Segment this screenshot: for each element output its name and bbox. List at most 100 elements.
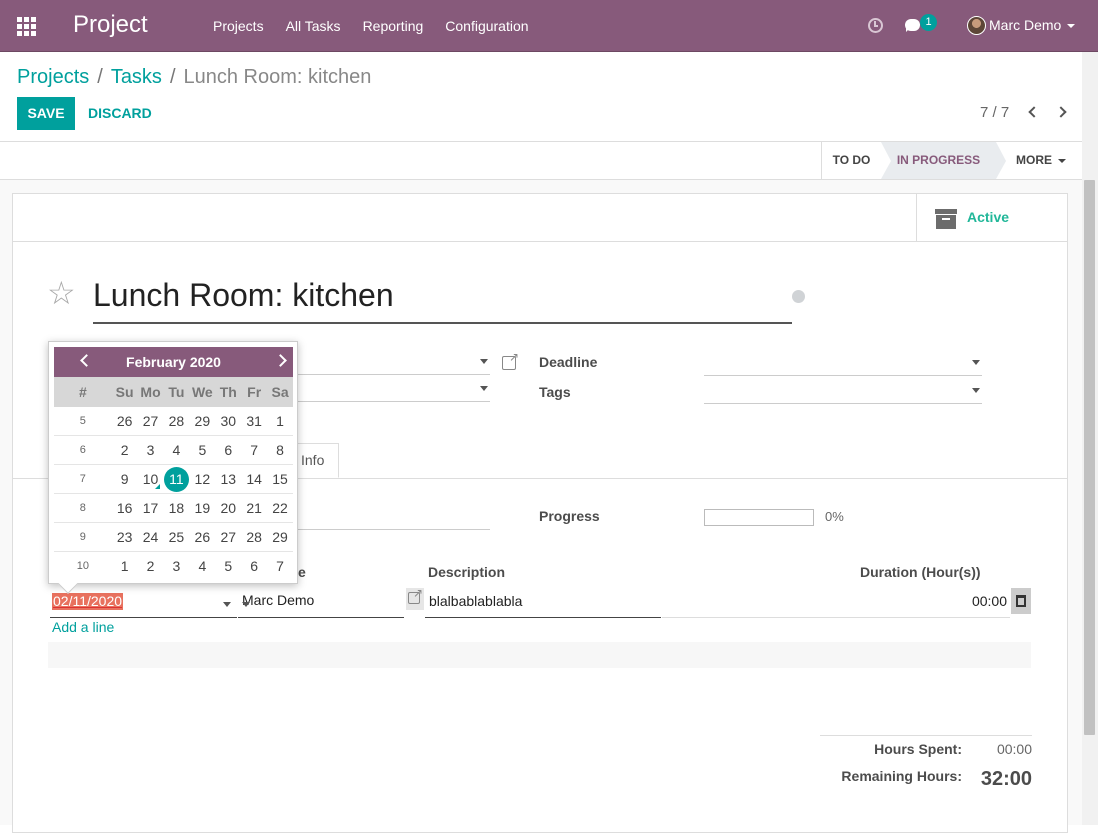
datepicker-day[interactable]: 26	[112, 407, 138, 435]
user-name: Marc Demo	[989, 17, 1062, 33]
active-toggle-button[interactable]: Active	[916, 194, 1067, 241]
datepicker-day[interactable]: 20	[215, 494, 241, 522]
deadline-field[interactable]	[704, 348, 982, 376]
trash-icon	[1016, 595, 1026, 607]
datepicker-day[interactable]: 19	[189, 494, 215, 522]
timesheet-duration-input[interactable]: 00:00	[662, 588, 1010, 618]
datepicker-day[interactable]: 28	[163, 407, 189, 435]
week-number: 5	[79, 415, 86, 427]
week-number: 9	[79, 531, 86, 543]
tags-label: Tags	[539, 384, 571, 400]
datepicker-day[interactable]: 6	[241, 552, 267, 581]
tags-field[interactable]	[704, 376, 982, 404]
datepicker-day[interactable]: 1	[112, 552, 138, 581]
discard-button[interactable]: DISCARD	[88, 97, 152, 130]
menu-item-reporting[interactable]: Reporting	[352, 0, 435, 52]
datepicker-day[interactable]: 29	[189, 407, 215, 435]
column-employee-header[interactable]: e	[298, 564, 306, 580]
datepicker-day[interactable]: 3	[138, 436, 164, 464]
datepicker-day[interactable]: 5	[215, 552, 241, 581]
assigned-to-field[interactable]	[290, 374, 490, 402]
datepicker-day[interactable]: 26	[189, 523, 215, 551]
timesheet-date-input[interactable]: 02/11/2020	[50, 588, 237, 618]
datepicker-day[interactable]: 21	[241, 494, 267, 522]
save-button[interactable]: SAVE	[17, 97, 75, 130]
remaining-hours-value: 32:00	[980, 768, 1032, 790]
task-title-input[interactable]: Lunch Room: kitchen	[93, 272, 792, 324]
planned-hours-field[interactable]	[290, 502, 490, 530]
datepicker-day[interactable]: 8	[267, 436, 293, 464]
menu-item-configuration[interactable]: Configuration	[434, 0, 539, 52]
dropdown-caret-icon	[972, 360, 980, 365]
datepicker-day[interactable]: 12	[189, 465, 215, 493]
pager-next-button[interactable]	[1055, 106, 1067, 118]
datepicker-month-title[interactable]: February 2020	[54, 354, 293, 370]
user-avatar[interactable]	[967, 16, 986, 35]
dropdown-caret-icon	[972, 388, 980, 393]
stage-more-dropdown[interactable]: MORE	[1006, 142, 1076, 179]
tab-extra-info[interactable]: Info	[296, 443, 339, 478]
weekday-header: Mo	[140, 384, 161, 400]
datepicker-day[interactable]: 14	[241, 465, 267, 493]
project-field[interactable]	[290, 347, 490, 375]
weekday-header: Sa	[271, 384, 289, 400]
dropdown-caret-icon	[242, 602, 250, 607]
datepicker-day[interactable]: 18	[163, 494, 189, 522]
datepicker-day[interactable]: 31	[241, 407, 267, 435]
datepicker-day[interactable]: 10	[138, 465, 164, 493]
timesheet-employee-input[interactable]: Marc Demo	[238, 588, 404, 618]
datepicker-day[interactable]: 23	[112, 523, 138, 551]
delete-row-button[interactable]	[1011, 588, 1031, 614]
datepicker-day[interactable]: 22	[267, 494, 293, 522]
datepicker-day[interactable]: 25	[163, 523, 189, 551]
datepicker-day[interactable]: 4	[189, 552, 215, 581]
user-menu[interactable]: Marc Demo	[989, 17, 1076, 33]
datepicker-day[interactable]: 30	[215, 407, 241, 435]
menu-item-projects[interactable]: Projects	[202, 0, 275, 52]
datepicker-day[interactable]: 28	[241, 523, 267, 551]
external-link-icon[interactable]	[502, 350, 519, 370]
datepicker-day[interactable]: 5	[189, 436, 215, 464]
kanban-state-dot[interactable]	[792, 290, 805, 303]
column-description-header[interactable]: Description	[428, 564, 505, 580]
stage-in-progress[interactable]: IN PROGRESS	[881, 142, 1006, 179]
chevron-right-icon	[1055, 106, 1067, 118]
datepicker-day[interactable]: 29	[267, 523, 293, 551]
breadcrumb-projects[interactable]: Projects	[17, 66, 89, 89]
breadcrumb: Projects / Tasks / Lunch Room: kitchen	[17, 66, 371, 89]
datepicker-day[interactable]: 15	[267, 465, 293, 493]
add-line-link[interactable]: Add a line	[52, 619, 114, 635]
datepicker-day[interactable]: 17	[138, 494, 164, 522]
apps-menu-icon[interactable]	[17, 17, 37, 36]
datepicker-day[interactable]: 2	[112, 436, 138, 464]
employee-external-button[interactable]	[406, 586, 424, 610]
week-number-header: #	[78, 384, 87, 400]
datepicker-day[interactable]: 7	[267, 552, 293, 581]
datepicker-day[interactable]: 1	[267, 407, 293, 435]
datepicker-day[interactable]: 9	[112, 465, 138, 493]
pager-previous-button[interactable]	[1027, 106, 1040, 118]
datepicker-day[interactable]: 24	[138, 523, 164, 551]
page-scrollbar[interactable]	[1082, 52, 1098, 825]
datepicker-next-month[interactable]	[274, 354, 288, 368]
datepicker-day[interactable]: 3	[163, 552, 189, 581]
archive-icon	[935, 209, 957, 229]
activity-clock-icon[interactable]	[868, 18, 883, 33]
datepicker-day[interactable]: 2	[138, 552, 164, 581]
datepicker-day[interactable]: 16	[112, 494, 138, 522]
datepicker-day[interactable]: 6	[215, 436, 241, 464]
column-duration-header[interactable]: Duration (Hour(s))	[860, 564, 981, 580]
datepicker-day[interactable]: 13	[215, 465, 241, 493]
datepicker-day[interactable]: 4	[163, 436, 189, 464]
messages-chat-icon[interactable]	[905, 19, 920, 32]
scrollbar-thumb[interactable]	[1084, 180, 1095, 735]
datepicker-day-selected[interactable]: 11	[163, 465, 189, 493]
datepicker-day[interactable]: 7	[241, 436, 267, 464]
datepicker-day[interactable]: 27	[215, 523, 241, 551]
menu-item-all-tasks[interactable]: All Tasks	[275, 0, 352, 52]
timesheet-description-input[interactable]: blalbablablabla	[425, 588, 661, 618]
stage-todo[interactable]: TO DO	[821, 142, 881, 179]
priority-star-icon[interactable]: ☆	[47, 277, 76, 309]
datepicker-day[interactable]: 27	[138, 407, 164, 435]
breadcrumb-tasks[interactable]: Tasks	[111, 66, 162, 89]
